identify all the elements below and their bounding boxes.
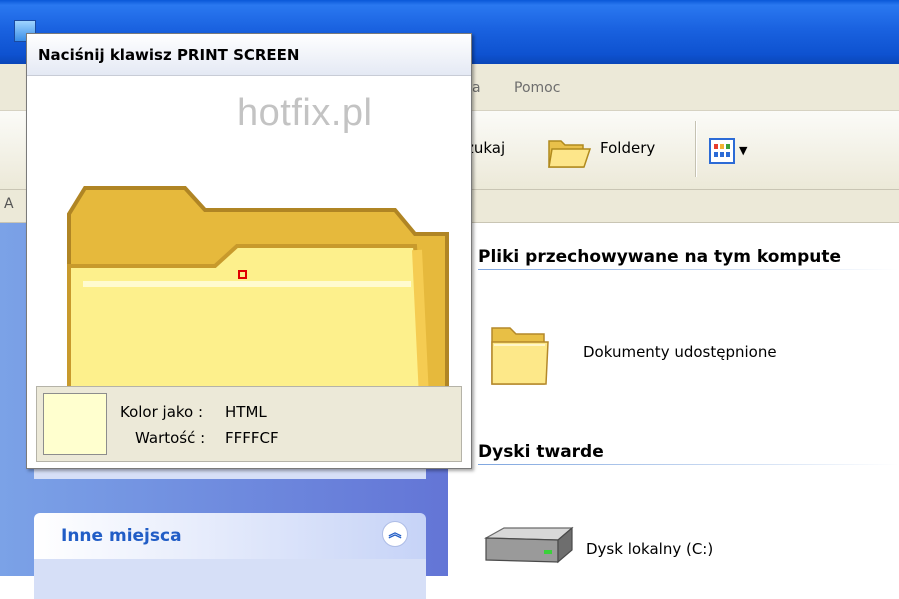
other-places-body: [34, 559, 426, 599]
group-header-hard-disks: Dyski twarde: [478, 442, 604, 462]
folders-icon: [548, 140, 592, 168]
group-divider: [478, 464, 899, 465]
magnifier-header: Naciśnij klawisz PRINT SCREEN: [27, 34, 471, 76]
color-picker-magnifier: Naciśnij klawisz PRINT SCREEN hotfix.pl …: [26, 33, 472, 469]
shared-documents-label[interactable]: Dokumenty udostępnione: [583, 343, 777, 361]
views-button[interactable]: ▼: [709, 136, 759, 168]
color-format-value: HTML: [225, 403, 267, 421]
content-pane: Pliki przechowywane na tym kompute Dokum…: [449, 223, 899, 576]
color-swatch: [43, 393, 107, 455]
chevron-down-icon[interactable]: ▼: [739, 144, 747, 157]
menu-item-help[interactable]: Pomoc: [514, 80, 560, 96]
other-places-header[interactable]: Inne miejsca ︽: [34, 513, 426, 559]
collapse-icon[interactable]: ︽: [382, 521, 408, 547]
value-label: Wartość :: [135, 429, 206, 447]
group-header-local-files: Pliki przechowywane na tym kompute: [478, 247, 842, 267]
watermark: hotfix.pl: [237, 92, 373, 134]
toolbar-separator: [695, 121, 697, 177]
folder-icon[interactable]: [488, 318, 552, 390]
folders-button[interactable]: Foldery: [600, 139, 655, 157]
color-info-panel: Kolor jako : HTML Wartość : FFFFCF: [36, 386, 462, 462]
task-pane-strip: [34, 469, 426, 479]
menu-item-fragment[interactable]: a: [472, 80, 481, 96]
color-as-label: Kolor jako :: [120, 403, 204, 421]
crosshair-marker: [238, 270, 247, 279]
magnified-folder-icon: [67, 186, 449, 419]
hex-value: FFFFCF: [225, 429, 279, 447]
other-places-title: Inne miejsca: [61, 526, 182, 546]
views-icon: [709, 138, 735, 164]
local-disk-label[interactable]: Dysk lokalny (C:): [586, 540, 713, 558]
hard-disk-icon[interactable]: [480, 524, 576, 570]
magnifier-title: Naciśnij klawisz PRINT SCREEN: [38, 46, 300, 64]
group-divider: [478, 269, 899, 270]
address-label: A: [4, 196, 14, 212]
